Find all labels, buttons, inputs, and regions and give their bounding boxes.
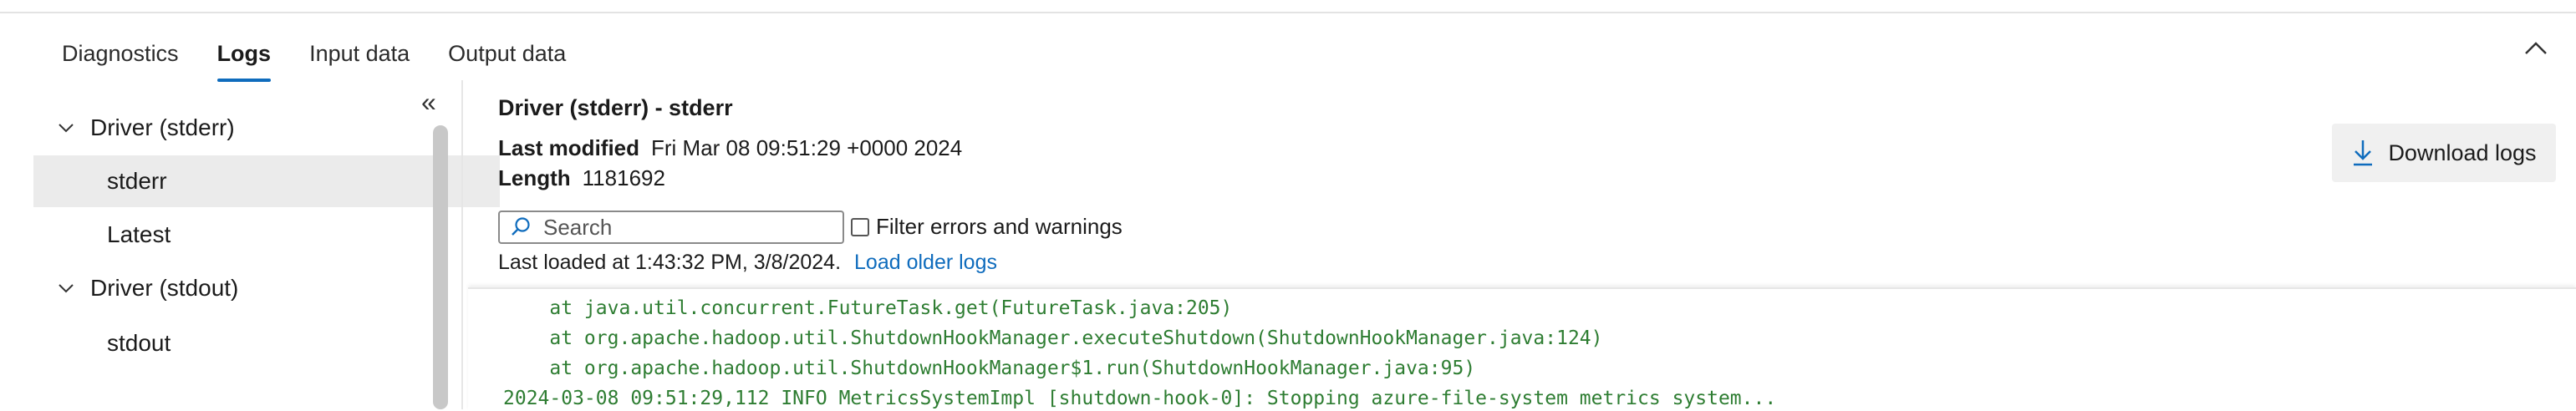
tab-output-data[interactable]: Output data [448, 37, 566, 84]
top-divider [0, 0, 2576, 13]
log-search-box[interactable] [498, 211, 844, 244]
download-logs-button[interactable]: Download logs [2332, 124, 2556, 182]
length-row: Length 1181692 [498, 165, 665, 191]
load-older-logs-link[interactable]: Load older logs [854, 251, 997, 274]
sidebar-scrollbar[interactable] [433, 125, 448, 409]
log-tree-sidebar: Driver (stderr) stderr Latest Driver (st… [33, 80, 500, 409]
tab-input-data[interactable]: Input data [309, 37, 410, 84]
length-label: Length [498, 165, 571, 190]
log-line: 2024-03-08 09:51:29,112 INFO MetricsSyst… [503, 388, 1777, 409]
length-value: 1181692 [582, 165, 665, 190]
log-line: at java.util.concurrent.FutureTask.get(F… [503, 297, 1233, 319]
tree-item-stdout[interactable]: stdout [33, 317, 500, 369]
chevron-down-icon [59, 124, 74, 133]
pane-divider [461, 80, 463, 409]
log-line: at org.apache.hadoop.util.ShutdownHookMa… [503, 327, 1603, 349]
tree-item-label: Latest [107, 221, 171, 247]
last-modified-label: Last modified [498, 135, 640, 160]
download-icon [2354, 140, 2373, 166]
tree-group-label: Driver (stderr) [90, 114, 235, 140]
tree-item-stderr[interactable]: stderr [33, 155, 500, 207]
filter-checkbox[interactable] [851, 217, 869, 236]
log-title: Driver (stderr) - stderr [498, 95, 733, 120]
tab-logs[interactable]: Logs [216, 37, 271, 84]
tree-group-label: Driver (stdout) [90, 275, 239, 301]
tab-diagnostics[interactable]: Diagnostics [62, 37, 179, 84]
tab-bar: Diagnostics Logs Input data Output data [62, 37, 604, 84]
chevron-down-icon [59, 284, 74, 293]
tree-item-label: stdout [107, 330, 171, 356]
tree-item-latest[interactable]: Latest [33, 209, 500, 261]
log-line: at org.apache.hadoop.util.ShutdownHookMa… [503, 358, 1476, 379]
search-input[interactable] [542, 213, 829, 241]
search-icon [512, 217, 530, 236]
filter-errors-checkbox-row[interactable]: Filter errors and warnings [851, 214, 1123, 240]
log-output[interactable]: at java.util.concurrent.FutureTask.get(F… [468, 287, 2576, 411]
tree-item-label: stderr [107, 168, 167, 194]
collapse-panel-chevron-up-icon[interactable] [2521, 33, 2551, 63]
filter-label: Filter errors and warnings [876, 214, 1123, 239]
last-modified-value: Fri Mar 08 09:51:29 +0000 2024 [651, 135, 963, 160]
last-loaded-text: Last loaded at 1:43:32 PM, 3/8/2024. [498, 251, 842, 274]
tree-group-driver-stderr[interactable]: Driver (stderr) [33, 102, 426, 154]
last-modified-row: Last modified Fri Mar 08 09:51:29 +0000 2… [498, 135, 962, 161]
last-loaded-row: Last loaded at 1:43:32 PM, 3/8/2024. Load… [498, 251, 997, 275]
tree-group-driver-stdout[interactable]: Driver (stdout) [33, 262, 426, 314]
download-logs-label: Download logs [2388, 140, 2537, 165]
